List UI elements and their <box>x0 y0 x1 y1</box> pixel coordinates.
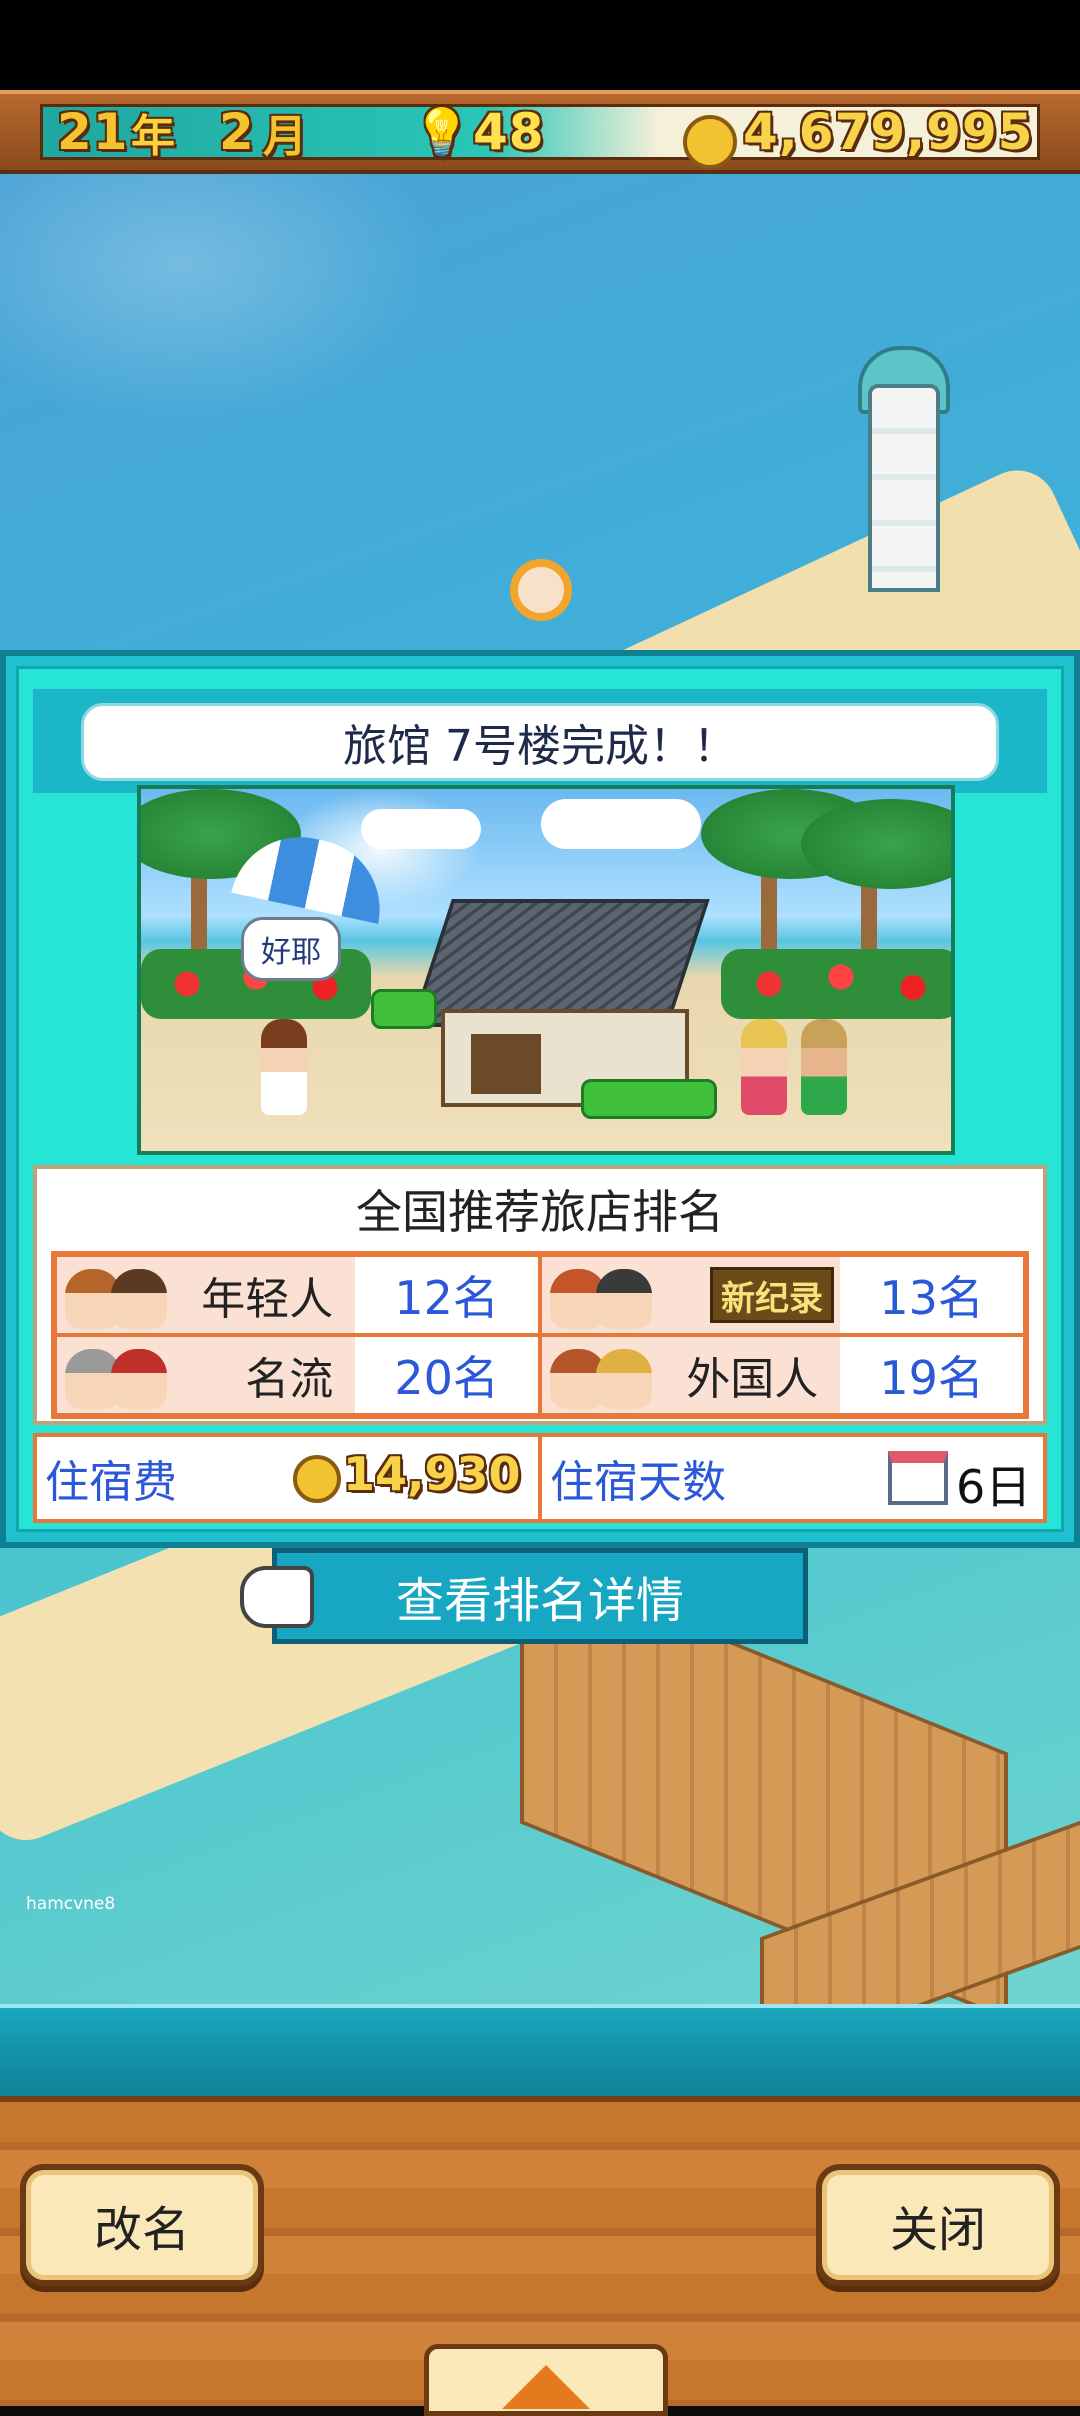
view-ranking-button[interactable]: 查看排名详情 <box>272 1548 808 1644</box>
rank-value: 20名 <box>355 1337 538 1413</box>
swimmer-character <box>510 559 572 621</box>
lodging-fee: 住宿费 14,930 <box>37 1437 542 1519</box>
coin-icon <box>683 115 737 169</box>
hedge <box>371 989 437 1029</box>
coin-icon <box>293 1455 341 1503</box>
hud-month-number: 2 <box>219 103 255 161</box>
tourist-character <box>801 1019 847 1115</box>
customer-faces-icon <box>550 1265 670 1331</box>
rank-label: 外国人 <box>542 1337 841 1413</box>
hud-inner: 21 年 2 月 💡 48 4,679,995 <box>40 103 1040 169</box>
face-icon <box>596 1349 652 1409</box>
title-band: 旅馆 7号楼完成！！ <box>33 689 1047 793</box>
rank-row: 年轻人 12名 <box>55 1255 540 1335</box>
face-icon <box>111 1269 167 1329</box>
face-icon <box>596 1269 652 1329</box>
stay-days: 住宿天数 6日 <box>542 1437 1043 1519</box>
pointing-hand-icon <box>240 1566 314 1628</box>
bottom-info-strip <box>0 2004 1080 2104</box>
ranking-grid: 年轻人 12名 家 新纪录 13名 <box>51 1251 1029 1419</box>
rank-label-text: 名流 <box>245 1354 334 1405</box>
rank-label: 名流 <box>57 1337 356 1413</box>
rename-button[interactable]: 改名 <box>20 2164 264 2286</box>
rank-label: 家 新纪录 <box>542 1257 841 1333</box>
ranking-section: 全国推荐旅店排名 年轻人 12名 新纪录 13名 名流 20名 外国人 19名 <box>33 1165 1047 1425</box>
lighthouse[interactable] <box>868 384 940 592</box>
lodging-fee-value: 14,930 <box>343 1447 521 1501</box>
panel-title: 旅馆 7号楼完成！！ <box>81 703 999 781</box>
top-hud: 21 年 2 月 💡 48 4,679,995 <box>0 90 1080 174</box>
rank-value: 13名 <box>840 1257 1023 1333</box>
completion-panel: 旅馆 7号楼完成！！ 好耶 全国推荐旅店排名 年轻人 12名 新纪录 13名 名… <box>0 650 1080 1548</box>
tourist-character <box>741 1019 787 1115</box>
hedge <box>581 1079 717 1119</box>
flower-bed <box>721 949 951 1019</box>
research-points: 48 <box>473 103 545 161</box>
cloud <box>361 809 481 849</box>
ranking-title: 全国推荐旅店排名 <box>356 1185 724 1239</box>
cloud <box>541 799 701 849</box>
money-amount: 4,679,995 <box>743 103 1034 161</box>
rank-row: 名流 20名 <box>55 1335 540 1415</box>
bottom-menu-bar: 改名 关闭 <box>0 2096 1080 2416</box>
girl-character <box>261 1019 307 1115</box>
rank-row: 家 新纪录 13名 <box>540 1255 1025 1335</box>
completion-illustration: 好耶 <box>137 785 955 1155</box>
hud-year-unit: 年 <box>131 111 176 162</box>
lodging-fee-label: 住宿费 <box>45 1457 177 1508</box>
expand-menu-button[interactable] <box>424 2344 668 2416</box>
arrow-up-icon <box>502 2365 590 2409</box>
inn-roof <box>410 899 710 1027</box>
rank-label: 年轻人 <box>57 1257 356 1333</box>
hud-month-unit: 月 <box>263 111 308 162</box>
customer-faces-icon <box>65 1345 185 1411</box>
hud-year-number: 21 <box>57 103 129 161</box>
customer-faces-icon <box>65 1265 185 1331</box>
rank-value: 19名 <box>840 1337 1023 1413</box>
watermark-text: hamcvne8 <box>26 1894 116 1914</box>
close-button[interactable]: 关闭 <box>816 2164 1060 2286</box>
rank-value: 12名 <box>355 1257 538 1333</box>
lodging-info: 住宿费 14,930 住宿天数 6日 <box>33 1433 1047 1523</box>
stay-days-value: 6日 <box>956 1460 1032 1514</box>
face-icon <box>111 1349 167 1409</box>
speech-bubble: 好耶 <box>241 917 341 981</box>
inn-door <box>471 1034 541 1094</box>
rank-row: 外国人 19名 <box>540 1335 1025 1415</box>
new-record-badge: 新纪录 <box>710 1267 834 1323</box>
calendar-icon <box>888 1451 948 1505</box>
panel-inner: 旅馆 7号楼完成！！ 好耶 全国推荐旅店排名 年轻人 12名 新纪录 13名 名… <box>16 666 1064 1532</box>
status-bar <box>0 0 1080 90</box>
customer-faces-icon <box>550 1345 670 1411</box>
rank-label-text: 年轻人 <box>201 1274 334 1325</box>
stay-days-label: 住宿天数 <box>550 1457 726 1508</box>
rank-label-text: 外国人 <box>686 1354 819 1405</box>
lightbulb-icon: 💡 <box>413 104 472 159</box>
